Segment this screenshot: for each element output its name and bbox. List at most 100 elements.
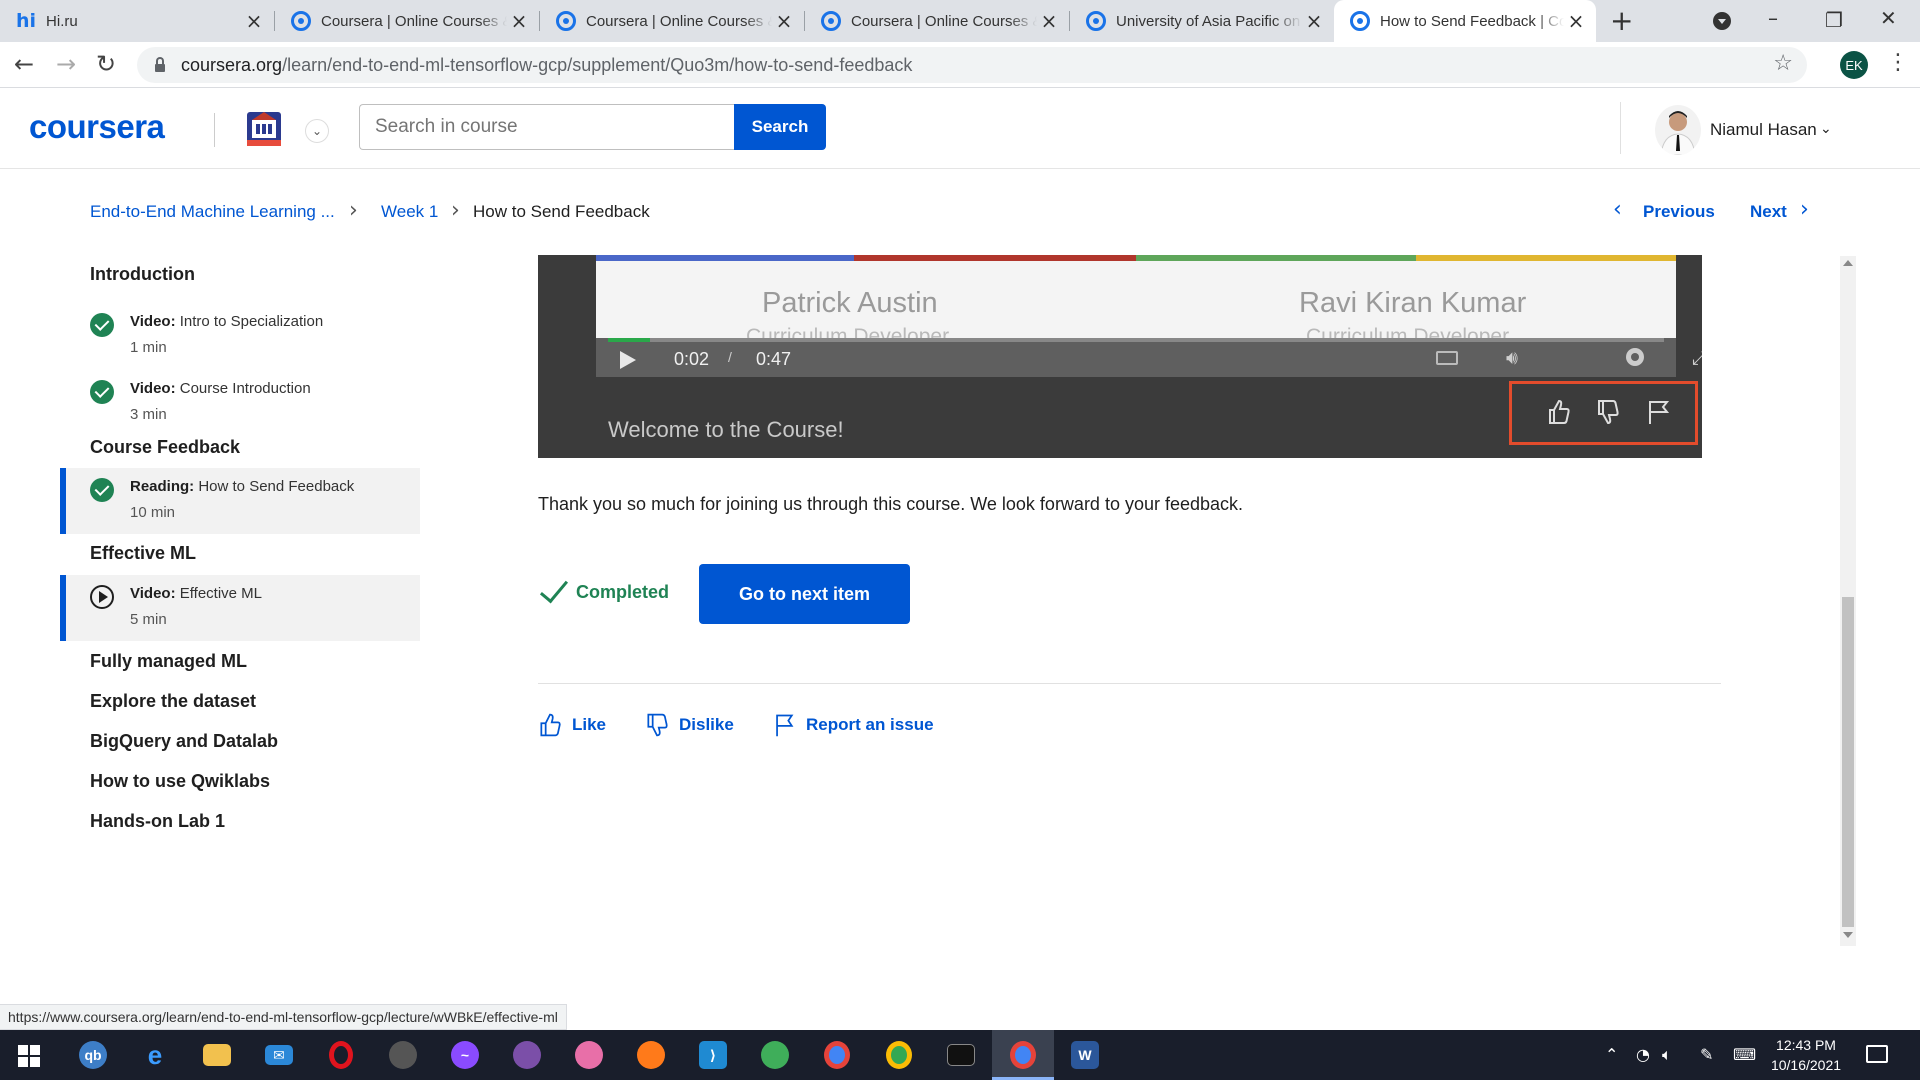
university-logo[interactable] — [243, 108, 285, 150]
wifi-icon[interactable]: ◔ — [1636, 1045, 1650, 1064]
tab-search-icon[interactable] — [1713, 12, 1731, 30]
scroll-up-arrow-icon[interactable] — [1843, 260, 1853, 266]
section-explore-the-dataset[interactable]: Explore the dataset — [90, 691, 256, 712]
close-tab-icon[interactable]: × — [1037, 9, 1061, 33]
like-button[interactable]: Like — [538, 712, 606, 738]
presenter-name: Ravi Kiran Kumar — [1299, 287, 1527, 319]
windows-start-icon[interactable] — [18, 1045, 40, 1067]
restore-icon[interactable]: ❐ — [1825, 8, 1843, 32]
tab-hi-ru[interactable]: hi Hi.ru × — [0, 0, 274, 42]
section-hands-on-lab-1[interactable]: Hands-on Lab 1 — [90, 811, 225, 832]
close-tab-icon[interactable]: × — [1302, 9, 1326, 33]
coursera-logo[interactable]: coursera — [29, 108, 165, 146]
chrome-icon — [1086, 11, 1106, 31]
chevron-down-icon[interactable]: ⌄ — [305, 119, 329, 143]
new-tab-icon[interactable]: + — [1610, 4, 1633, 37]
chrome-profile-icon[interactable] — [992, 1030, 1054, 1080]
search-button[interactable]: Search — [734, 104, 826, 150]
close-window-icon[interactable]: ✕ — [1880, 6, 1897, 30]
system-clock[interactable]: 12:43 PM 10/16/2021 — [1762, 1035, 1850, 1075]
section-how-to-use-qwiklabs[interactable]: How to use Qwiklabs — [90, 771, 270, 792]
hi-ru-icon: hi — [16, 10, 37, 32]
vscode-icon[interactable]: ⟩ — [682, 1030, 744, 1080]
pen-icon[interactable]: ✎ — [1700, 1045, 1713, 1064]
close-tab-icon[interactable]: × — [507, 9, 531, 33]
report-issue-button[interactable]: Report an issue — [772, 712, 934, 738]
volume-icon[interactable]: 🔈︎ — [1662, 1045, 1672, 1065]
close-tab-icon[interactable]: × — [1564, 9, 1588, 33]
qbittorrent-icon[interactable]: qb — [62, 1030, 124, 1080]
body-text: Thank you so much for joining us through… — [538, 494, 1244, 514]
video-progress-bar — [608, 338, 1664, 342]
tab-how-to-send-feedback[interactable]: How to Send Feedback | Coursera × — [1334, 0, 1596, 42]
chevron-down-icon[interactable]: ⌄ — [1820, 120, 1832, 137]
opera-icon[interactable] — [310, 1030, 372, 1080]
tab-coursera-1[interactable]: Coursera | Online Courses & Credentials … — [275, 0, 539, 42]
chrome-icon[interactable] — [868, 1030, 930, 1080]
tab-uap-coursera[interactable]: University of Asia Pacific on Coursera × — [1070, 0, 1334, 42]
tab-title: Coursera | Online Courses & Credentials — [851, 12, 1037, 30]
notifications-icon[interactable] — [1866, 1045, 1888, 1063]
firefox-icon[interactable] — [620, 1030, 682, 1080]
word-icon[interactable]: W — [1054, 1030, 1116, 1080]
avatar[interactable] — [1655, 105, 1701, 155]
taskbar: qb e ✉ ~ ⟩ W ⌃ ◔ 🔈︎ ✎ ⌨ 12:43 PM 10/16/2… — [0, 1030, 1920, 1080]
dislike-button[interactable]: Dislike — [645, 712, 734, 738]
sidebar-item-course-introduction[interactable]: Video: Course Introduction 3 min — [60, 370, 420, 436]
chevron-left-icon[interactable]: ‹ — [1613, 197, 1622, 222]
current-time: 0:02 — [674, 349, 710, 369]
next-link[interactable]: Next — [1750, 202, 1787, 222]
section-course-feedback[interactable]: Course Feedback — [90, 437, 240, 458]
earth-icon[interactable] — [744, 1030, 806, 1080]
scrollbar-thumb[interactable] — [1842, 597, 1854, 927]
chrome-icon[interactable] — [806, 1030, 868, 1080]
address-bar: ← → ↻ coursera.org/learn/end-to-end-ml-t… — [0, 42, 1920, 88]
sidebar-item-how-to-send-feedback[interactable]: Reading: How to Send Feedback 10 min — [60, 468, 420, 534]
captions-icon — [1436, 351, 1458, 365]
previous-link[interactable]: Previous — [1643, 202, 1715, 222]
browser-menu-icon[interactable]: ⋮ — [1887, 50, 1909, 75]
github-desktop-icon[interactable] — [496, 1030, 558, 1080]
go-to-next-item-button[interactable]: Go to next item — [699, 564, 910, 624]
search-input[interactable] — [359, 104, 735, 150]
forward-icon[interactable]: → — [56, 50, 76, 78]
breadcrumb-current: How to Send Feedback — [473, 202, 650, 221]
section-effective-ml[interactable]: Effective ML — [90, 543, 196, 564]
file-explorer-icon[interactable] — [186, 1030, 248, 1080]
close-tab-icon[interactable]: × — [242, 9, 266, 33]
bookmark-star-icon[interactable]: ☆ — [1773, 51, 1793, 76]
messenger-icon[interactable]: ~ — [434, 1030, 496, 1080]
flag-icon — [1649, 401, 1670, 424]
back-icon[interactable]: ← — [14, 50, 34, 78]
show-hidden-icons-icon[interactable]: ⌃ — [1605, 1045, 1618, 1064]
chrome-icon — [291, 11, 311, 31]
minimize-icon[interactable]: – — [1768, 6, 1778, 30]
section-fully-managed-ml[interactable]: Fully managed ML — [90, 651, 247, 672]
chevron-right-icon[interactable]: › — [1800, 197, 1809, 222]
tab-coursera-2[interactable]: Coursera | Online Courses & Credentials … — [540, 0, 804, 42]
mail-icon[interactable]: ✉ — [248, 1030, 310, 1080]
tab-coursera-3[interactable]: Coursera | Online Courses & Credentials … — [805, 0, 1069, 42]
tab-title: Hi.ru — [46, 12, 78, 30]
thumbs-up-icon — [1549, 399, 1570, 424]
presenter-name: Patrick Austin — [762, 287, 938, 319]
close-tab-icon[interactable]: × — [772, 9, 796, 33]
terminal-icon[interactable] — [930, 1030, 992, 1080]
sidebar-item-effective-ml[interactable]: Video: Effective ML 5 min — [60, 575, 420, 641]
user-name[interactable]: Niamul Hasan — [1710, 120, 1817, 140]
reload-icon[interactable]: ↻ — [96, 50, 116, 78]
inkscape-icon[interactable] — [372, 1030, 434, 1080]
edge-icon[interactable]: e — [124, 1030, 186, 1080]
breadcrumb-course[interactable]: End-to-End Machine Learning ... — [90, 202, 335, 222]
scroll-down-arrow-icon[interactable] — [1843, 932, 1853, 938]
section-introduction[interactable]: Introduction — [90, 264, 195, 285]
paint-icon[interactable] — [558, 1030, 620, 1080]
section-bigquery-and-datalab[interactable]: BigQuery and Datalab — [90, 731, 278, 752]
profile-avatar[interactable]: EK — [1840, 51, 1868, 79]
keyboard-icon[interactable]: ⌨ — [1733, 1045, 1756, 1064]
url-field[interactable]: coursera.org/learn/end-to-end-ml-tensorf… — [137, 47, 1807, 83]
sidebar-item-intro-to-specialization[interactable]: Video: Intro to Specialization 1 min — [60, 303, 420, 369]
brand-stripe — [596, 255, 854, 261]
play-icon — [620, 351, 636, 369]
breadcrumb-week[interactable]: Week 1 — [381, 202, 438, 222]
